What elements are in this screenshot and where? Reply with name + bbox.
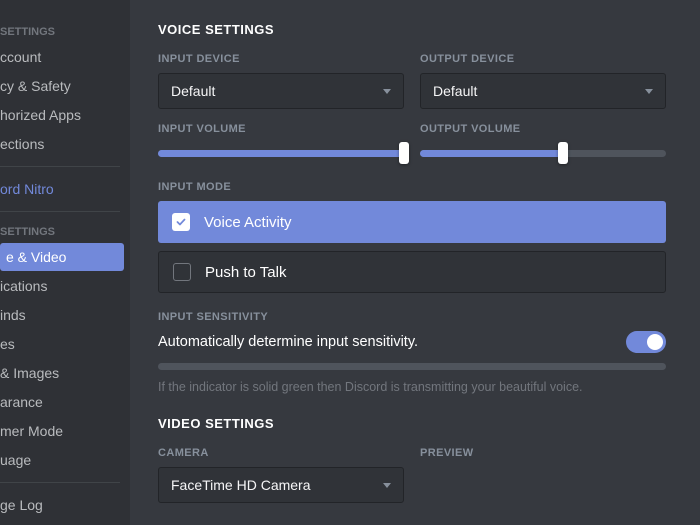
- sidebar-item-nitro[interactable]: ord Nitro: [0, 175, 124, 203]
- preview-label: Preview: [420, 447, 666, 459]
- chevron-down-icon: [383, 483, 391, 488]
- sidebar-separator: [0, 482, 120, 483]
- sidebar-separator: [0, 211, 120, 212]
- sidebar-separator: [0, 166, 120, 167]
- input-device-label: Input Device: [158, 53, 404, 65]
- output-volume-label: Output Volume: [420, 123, 666, 135]
- sidebar-item-keybinds[interactable]: inds: [0, 301, 124, 329]
- camera-value: FaceTime HD Camera: [171, 477, 311, 493]
- input-device-select[interactable]: Default: [158, 73, 404, 109]
- input-volume-label: Input Volume: [158, 123, 404, 135]
- settings-content: Voice Settings Input Device Default Outp…: [130, 0, 700, 525]
- settings-sidebar: Settings ccount cy & Safety horized Apps…: [0, 0, 130, 525]
- camera-label: Camera: [158, 447, 404, 459]
- auto-sensitivity-toggle[interactable]: [626, 331, 666, 353]
- sidebar-item-authorized-apps[interactable]: horized Apps: [0, 101, 124, 129]
- toggle-knob: [647, 334, 663, 350]
- chevron-down-icon: [383, 89, 391, 94]
- sensitivity-indicator: [158, 363, 666, 370]
- input-mode-push-to-talk[interactable]: Push to Talk: [158, 251, 666, 293]
- checkbox-checked-icon: [172, 213, 190, 231]
- sidebar-item-notifications[interactable]: ications: [0, 272, 124, 300]
- input-sensitivity-label: Input Sensitivity: [158, 311, 666, 323]
- camera-select[interactable]: FaceTime HD Camera: [158, 467, 404, 503]
- checkbox-unchecked-icon: [173, 263, 191, 281]
- sidebar-item-text-images[interactable]: & Images: [0, 359, 124, 387]
- input-mode-label: Input Mode: [158, 181, 666, 193]
- voice-settings-title: Voice Settings: [158, 22, 666, 37]
- output-device-select[interactable]: Default: [420, 73, 666, 109]
- sidebar-item-streamer-mode[interactable]: mer Mode: [0, 417, 124, 445]
- sidebar-header-user: Settings: [0, 20, 130, 42]
- sidebar-item-privacy[interactable]: cy & Safety: [0, 72, 124, 100]
- output-device-label: Output Device: [420, 53, 666, 65]
- input-mode-voice-activity[interactable]: Voice Activity: [158, 201, 666, 243]
- mode-label: Push to Talk: [205, 264, 286, 281]
- slider-thumb[interactable]: [558, 142, 568, 164]
- sidebar-item-voice-video[interactable]: e & Video: [0, 243, 124, 271]
- sidebar-item-appearance[interactable]: arance: [0, 388, 124, 416]
- mode-label: Voice Activity: [204, 214, 292, 231]
- video-settings-title: Video Settings: [158, 416, 666, 431]
- output-volume-slider[interactable]: [420, 143, 666, 163]
- sidebar-item-account[interactable]: ccount: [0, 43, 124, 71]
- slider-thumb[interactable]: [399, 142, 409, 164]
- input-volume-slider[interactable]: [158, 143, 404, 163]
- auto-sensitivity-desc: Automatically determine input sensitivit…: [158, 334, 418, 350]
- input-device-value: Default: [171, 83, 215, 99]
- sidebar-item-changelog[interactable]: ge Log: [0, 491, 124, 519]
- sidebar-header-app: Settings: [0, 220, 130, 242]
- sidebar-item-connections[interactable]: ections: [0, 130, 124, 158]
- sensitivity-hint: If the indicator is solid green then Dis…: [158, 380, 666, 394]
- sidebar-item-games[interactable]: es: [0, 330, 124, 358]
- sidebar-item-language[interactable]: uage: [0, 446, 124, 474]
- output-device-value: Default: [433, 83, 477, 99]
- chevron-down-icon: [645, 89, 653, 94]
